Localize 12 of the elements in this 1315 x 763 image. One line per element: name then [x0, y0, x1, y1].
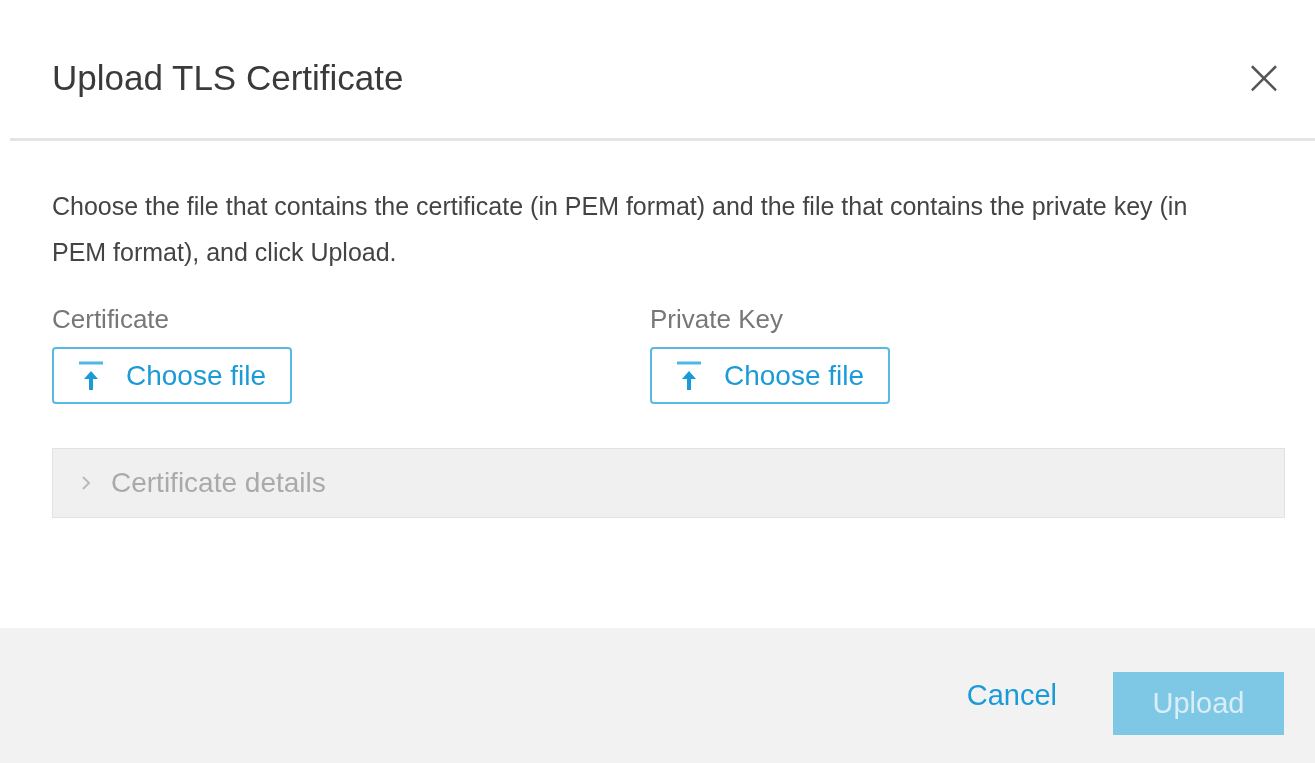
field-label: Private Key	[650, 303, 783, 336]
dialog-title: Upload TLS Certificate	[52, 57, 404, 98]
choose-file-button[interactable]: Choose file	[650, 347, 891, 404]
description-text: Choose the file that contains the certificate (in PEM format) and the file that contains the private key (in PEM format), and click Upload.	[52, 191, 1189, 268]
upload-icon	[676, 360, 702, 391]
upload-icon	[78, 360, 104, 391]
cancel-button[interactable]: Cancel	[966, 679, 1057, 712]
field-label: Certificate	[52, 303, 170, 336]
choose-file-button[interactable]: Choose file	[52, 347, 293, 404]
close-button[interactable]: ×	[1239, 52, 1289, 102]
chevron-icon	[81, 475, 91, 491]
certificate-details-toggle[interactable]: Certificate details	[52, 448, 1285, 518]
